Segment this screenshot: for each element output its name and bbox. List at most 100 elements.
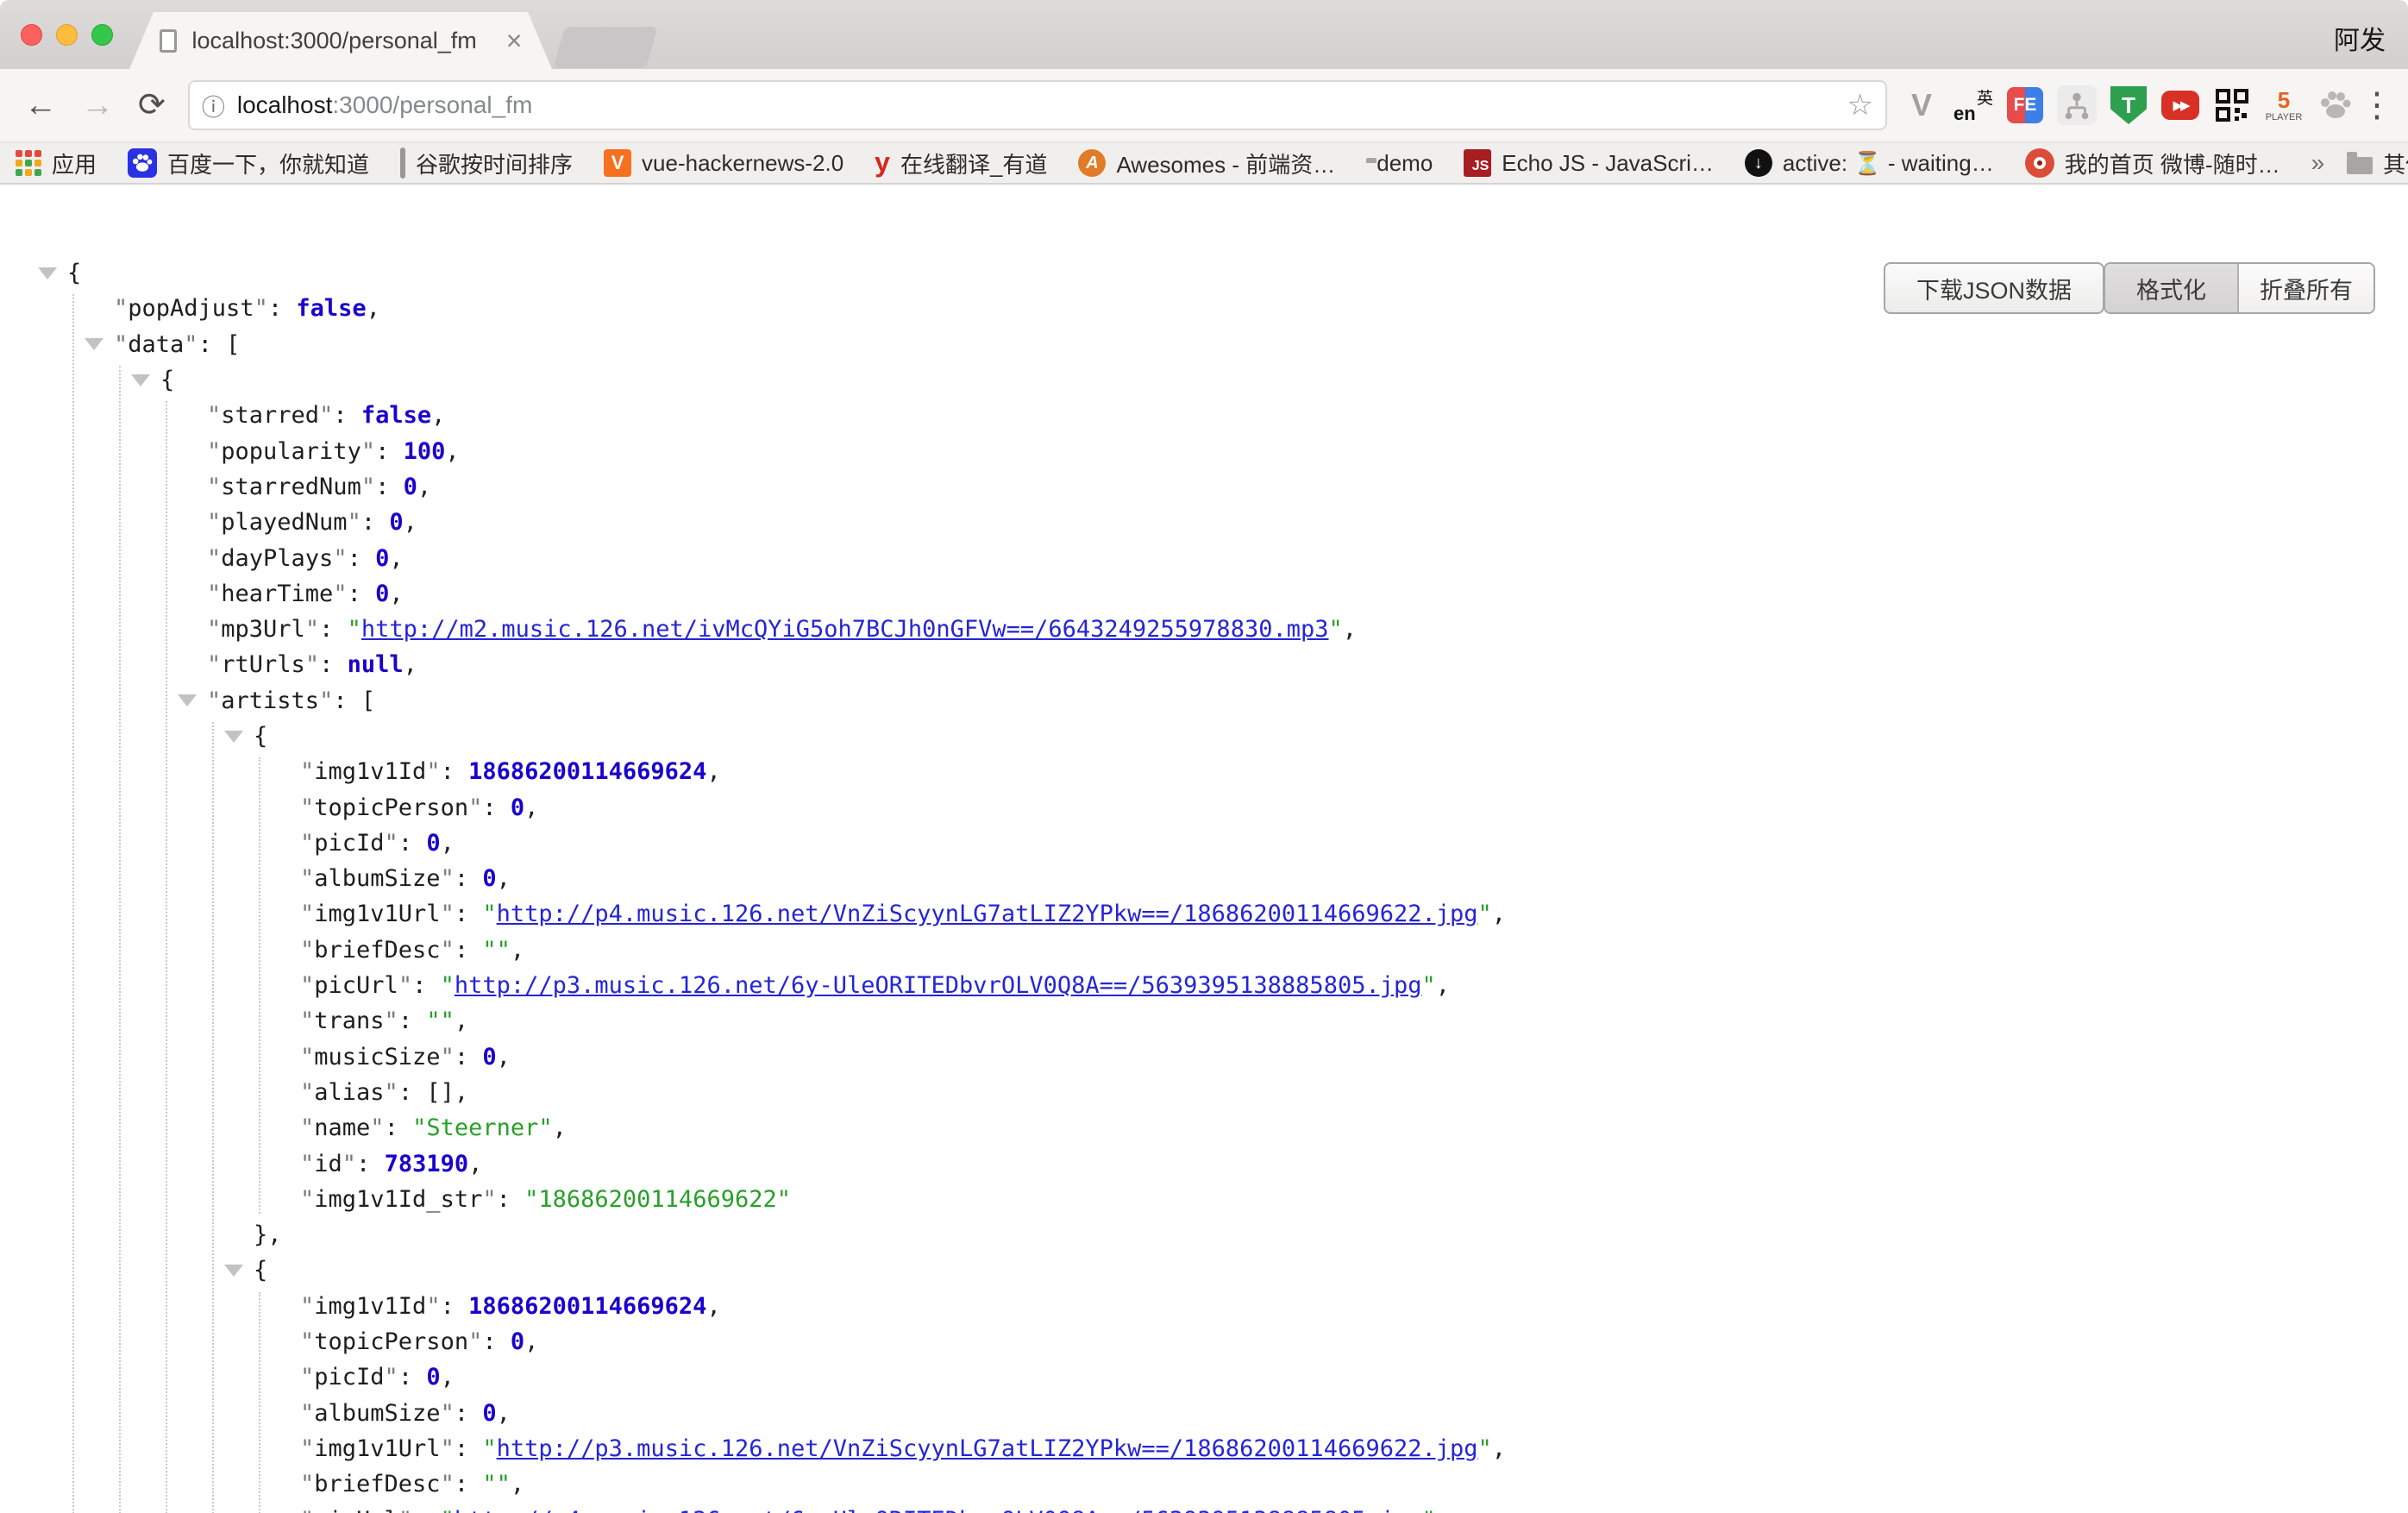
json-quote: " xyxy=(305,616,319,643)
json-comma: , xyxy=(367,295,380,322)
back-icon[interactable]: ← xyxy=(24,89,57,122)
json-url-link[interactable]: http://p4.music.126.net/6y-UleORITEDbvrO… xyxy=(455,1507,1422,1513)
json-colon: : xyxy=(319,616,348,643)
tab-close-icon[interactable]: × xyxy=(506,27,523,54)
json-colon: : xyxy=(398,1008,427,1034)
json-quote: " xyxy=(482,1186,496,1213)
indent-guide xyxy=(119,366,121,1513)
address-bar[interactable]: ⓘ localhost :3000/personal_fm ☆ xyxy=(188,80,1887,130)
bookmark-baidu[interactable]: 百度一下，你就知道 xyxy=(128,148,369,179)
forward-icon[interactable]: → xyxy=(81,89,114,122)
translate-extension-icon[interactable]: 英en xyxy=(1953,85,1994,126)
json-string-value: "18686200114669622" xyxy=(524,1186,791,1213)
json-key: briefDesc xyxy=(314,1471,440,1497)
other-bookmarks-label: 其他书签 xyxy=(2383,148,2408,179)
traffic-lights xyxy=(21,24,113,46)
json-colon: : xyxy=(497,1186,525,1213)
json-colon: : xyxy=(319,651,348,678)
json-value: 783190 xyxy=(385,1151,469,1177)
json-key: img1v1Id xyxy=(314,1293,426,1320)
json-comma: , xyxy=(1436,1507,1450,1513)
json-value: 100 xyxy=(404,438,446,465)
html5-player-extension-icon[interactable]: 5PLAYER xyxy=(2263,85,2305,126)
json-quote: " xyxy=(300,1400,314,1427)
bookmark-label: 百度一下，你就知道 xyxy=(167,148,369,179)
collapse-triangle-icon[interactable] xyxy=(38,267,57,279)
json-colon: : xyxy=(455,865,483,892)
bookmark-google-sorted[interactable]: 谷歌按时间排序 xyxy=(400,148,573,179)
json-value: [] xyxy=(426,1079,455,1106)
collapse-triangle-icon[interactable] xyxy=(178,694,197,706)
tab-localhost[interactable]: localhost:3000/personal_fm × xyxy=(129,12,552,69)
fe-helper-extension-icon[interactable]: FE xyxy=(2004,85,2046,126)
bookmark-vue-hackernews[interactable]: Vvue-hackernews-2.0 xyxy=(604,149,843,177)
bookmark-star-icon[interactable]: ☆ xyxy=(1847,88,1873,122)
json-colon: : xyxy=(398,1364,427,1391)
bookmark-awesomes[interactable]: AAwesomes - 前端资… xyxy=(1078,148,1335,179)
json-quote: " xyxy=(305,651,319,678)
json-quote: " xyxy=(361,474,375,500)
json-bracket: [ xyxy=(361,687,375,714)
qr-code-extension-icon[interactable] xyxy=(2211,85,2253,126)
site-info-icon[interactable]: ⓘ xyxy=(202,89,225,122)
bookmark-weibo[interactable]: 我的首页 微博-随时… xyxy=(2025,148,2280,179)
download-icon: ↓ xyxy=(1745,149,1772,177)
indent-guide xyxy=(259,757,260,1214)
bookmark-active-download[interactable]: ↓active: ⏳ - waiting… xyxy=(1745,149,1994,177)
json-url-link[interactable]: http://p3.music.126.net/VnZiScyynLG7atLI… xyxy=(497,1435,1478,1462)
collapse-triangle-icon[interactable] xyxy=(224,1265,243,1277)
sitemap-extension-icon[interactable] xyxy=(2056,85,2098,126)
json-url-link[interactable]: http://p3.music.126.net/6y-UleORITEDbvrO… xyxy=(455,972,1422,999)
json-comma: , xyxy=(417,474,431,500)
bookmark-apps[interactable]: 应用 xyxy=(16,148,97,179)
other-bookmarks-folder[interactable]: 其他书签 xyxy=(2347,148,2408,179)
json-quote: " xyxy=(468,1328,482,1355)
minimize-window-button[interactable] xyxy=(56,24,78,46)
url-host: localhost xyxy=(237,91,333,119)
json-key: popularity xyxy=(221,438,361,465)
json-comma: , xyxy=(497,1400,511,1427)
bookmark-echojs[interactable]: JSEcho JS - JavaScri… xyxy=(1464,149,1714,177)
collapse-triangle-icon[interactable] xyxy=(131,374,150,386)
json-quote: " xyxy=(207,545,221,572)
json-colon: : xyxy=(398,830,427,857)
browser-menu-icon[interactable]: ⋮ xyxy=(2360,85,2392,125)
baidu-icon xyxy=(128,148,157,178)
json-quote: " xyxy=(300,1008,314,1034)
json-colon: : xyxy=(375,438,404,465)
json-quote: " xyxy=(482,901,496,927)
json-colon: : xyxy=(198,331,227,358)
json-url-link[interactable]: http://p4.music.126.net/VnZiScyynLG7atLI… xyxy=(497,901,1478,927)
bookmark-demo[interactable]: demo xyxy=(1366,150,1433,177)
json-comma: , xyxy=(431,402,445,429)
reload-icon[interactable]: ⟳ xyxy=(138,89,166,122)
video-ff-extension-icon[interactable]: ▶▶ xyxy=(2160,85,2201,126)
bookmarks-overflow-icon[interactable]: » xyxy=(2311,149,2325,177)
zoom-window-button[interactable] xyxy=(91,24,113,46)
json-quote: " xyxy=(300,794,314,821)
json-quote: " xyxy=(468,794,482,821)
json-line: }, xyxy=(0,1217,2408,1252)
bookmark-items: 应用 百度一下，你就知道谷歌按时间排序 Vvue-hackernews-2.0 y在线… xyxy=(16,148,2280,179)
json-comma: , xyxy=(468,1151,482,1177)
collapse-triangle-icon[interactable] xyxy=(85,338,103,350)
json-line: "briefDesc": "", xyxy=(0,932,2408,968)
paw-extension-icon[interactable] xyxy=(2315,85,2356,126)
json-quote: " xyxy=(319,402,333,429)
json-quote: " xyxy=(114,295,128,322)
tampermonkey-extension-icon[interactable]: T xyxy=(2108,85,2149,126)
json-colon: : xyxy=(412,1507,441,1513)
profile-name[interactable]: 阿发 xyxy=(2334,19,2386,57)
json-url-link[interactable]: http://m2.music.126.net/ivMcQYiG5oh7BCJh… xyxy=(361,616,1329,643)
json-quote: " xyxy=(441,1044,455,1070)
json-line: "artists": [ xyxy=(0,683,2408,719)
tab-title: localhost:3000/personal_fm xyxy=(192,28,477,54)
collapse-triangle-icon[interactable] xyxy=(224,731,243,743)
json-quote: " xyxy=(1478,901,1492,927)
new-tab-button[interactable] xyxy=(553,27,658,68)
bookmark-youdao[interactable]: y在线翻译_有道 xyxy=(875,148,1047,179)
close-window-button[interactable] xyxy=(21,24,42,46)
bookmarks-bar: 应用 百度一下，你就知道谷歌按时间排序 Vvue-hackernews-2.0 y在线… xyxy=(0,143,2408,185)
json-key: img1v1Url xyxy=(314,1435,440,1462)
vue-devtools-extension-icon[interactable]: V xyxy=(1901,85,1942,126)
